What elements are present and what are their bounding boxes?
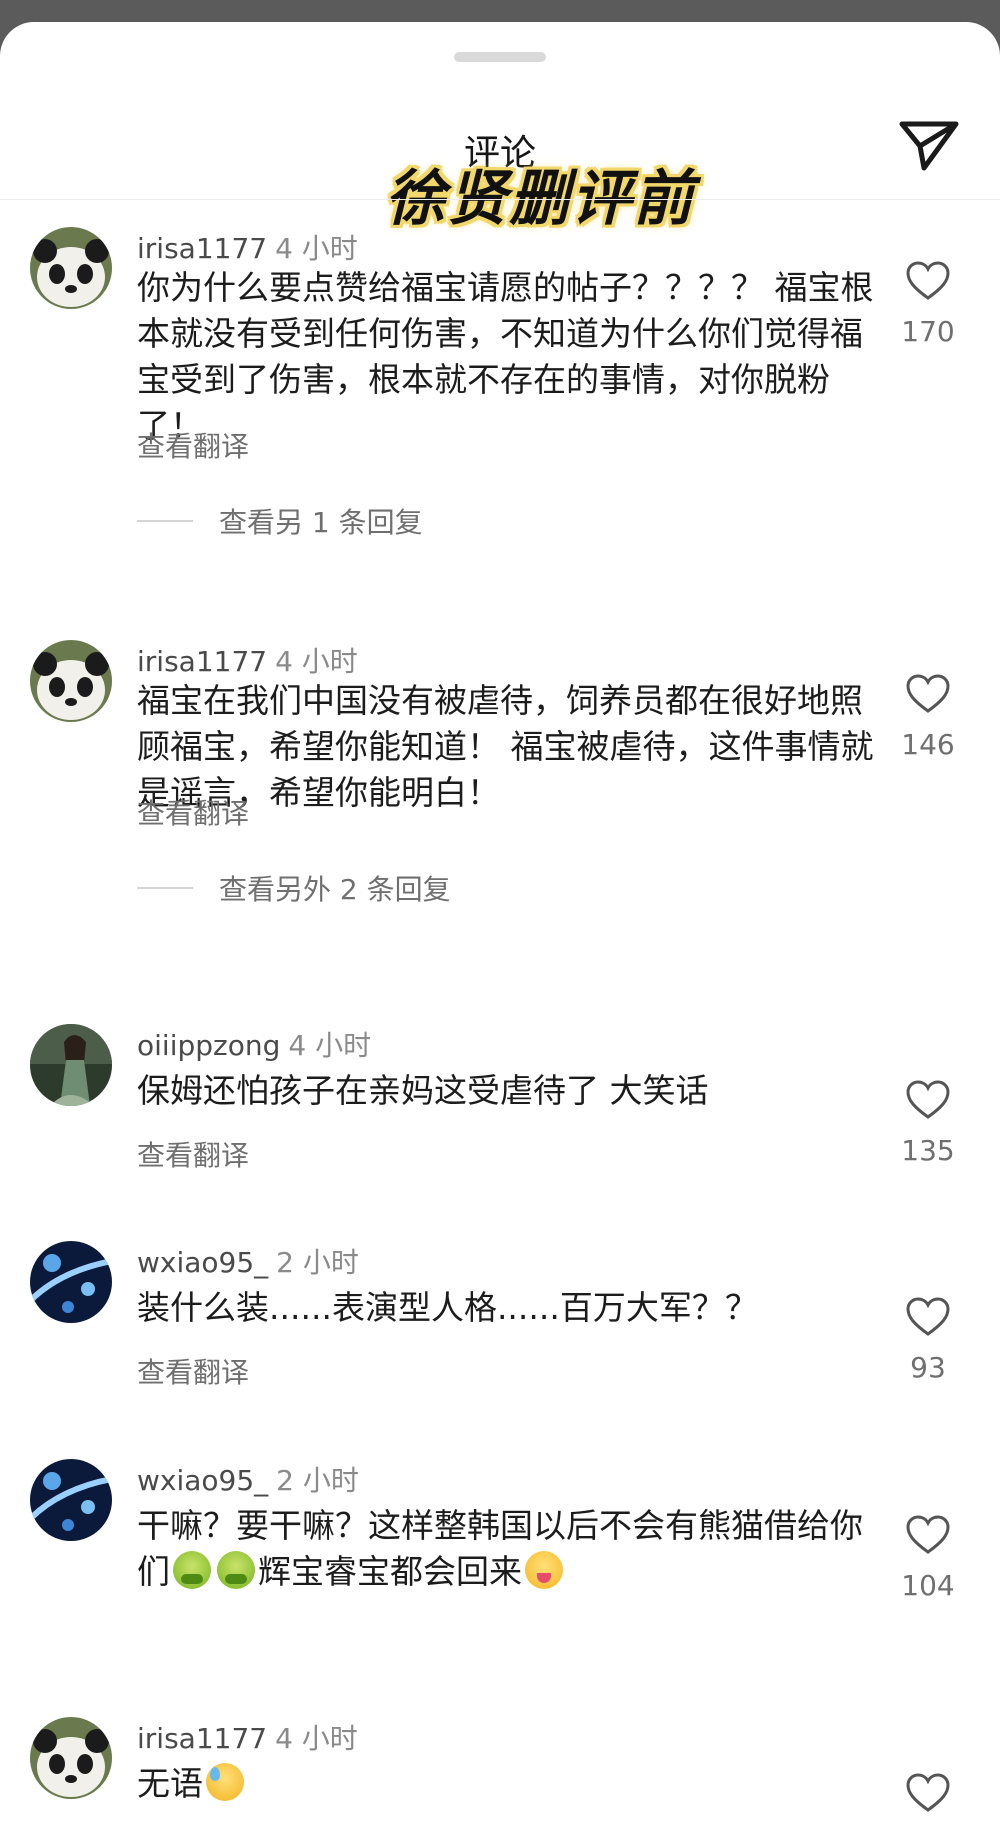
comment-time: 4 小时 [288,1029,372,1062]
comment-username[interactable]: irisa1177 [137,645,267,678]
zany-face-icon [525,1551,563,1589]
comment-username[interactable]: irisa1177 [137,232,267,265]
like-button[interactable]: 93 [878,1297,978,1384]
comment-meta: oiiippzong 4 小时 [137,1024,371,1064]
like-count: 170 [901,315,955,348]
comment-meta: irisa1177 4 小时 [137,640,358,680]
person-avatar[interactable] [30,1024,112,1106]
like-button[interactable]: 135 [878,1080,978,1167]
like-button[interactable]: 170 [878,261,978,348]
heart-icon [906,1515,950,1554]
like-count: 135 [901,1134,955,1167]
like-count: 93 [910,1351,946,1384]
like-count: 146 [901,728,955,761]
header-divider [0,199,1000,200]
comment-time: 2 小时 [276,1464,359,1497]
downcast-sweat-face-icon [206,1763,244,1801]
comment-meta: irisa1177 4 小时 [137,1717,358,1757]
nauseated-face-icon [217,1551,255,1589]
panda-avatar[interactable] [30,227,112,309]
comment-username[interactable]: oiiippzong [137,1029,280,1062]
heart-icon [906,1297,950,1336]
translate-link[interactable]: 查看翻译 [137,792,249,832]
comment-meta: wxiao95_ 2 小时 [137,1241,359,1281]
view-replies-link[interactable]: 查看另外 2 条回复 [137,868,451,908]
heart-icon [906,261,950,300]
heart-icon [906,1080,950,1119]
overlay-caption: 徐贤删评前 [385,164,695,234]
comment-username[interactable]: wxiao95_ [137,1464,268,1497]
like-button[interactable]: 146 [878,674,978,761]
comments-sheet: 评论 徐贤删评前 irisa1177 4 小时 你为什么要点赞给福宝请愿的帖子？？… [0,22,1000,1824]
comment-meta: irisa1177 4 小时 [137,227,358,267]
blue-abstract-avatar[interactable] [30,1459,112,1541]
replies-divider [137,887,193,889]
comment-text-body: 无语 [137,1764,203,1803]
comment-text: 装什么装......表演型人格......百万大军？？ [137,1288,758,1327]
heart-icon [906,1773,950,1812]
comment-time: 4 小时 [275,232,358,265]
blue-abstract-avatar[interactable] [30,1241,112,1323]
translate-link[interactable]: 查看翻译 [137,425,249,465]
panda-avatar[interactable] [30,640,112,722]
comment-text: 你为什么要点赞给福宝请愿的帖子？？？？ 福宝根本就没有受到任何伤害，不知道为什么… [137,268,874,445]
comment-time: 4 小时 [275,1722,358,1755]
sheet-grabber-handle[interactable] [454,52,546,62]
heart-icon [906,674,950,713]
nauseated-face-icon [173,1551,211,1589]
translate-link[interactable]: 查看翻译 [137,1134,249,1174]
comment-text-part2: 辉宝睿宝都会回来 [258,1552,522,1591]
like-button[interactable] [878,1773,978,1813]
like-count: 104 [901,1569,955,1602]
view-replies-label: 查看另 1 条回复 [219,506,423,539]
comment-time: 2 小时 [276,1246,359,1279]
comment-time: 4 小时 [275,645,358,678]
comment-username[interactable]: irisa1177 [137,1722,267,1755]
like-button[interactable]: 104 [878,1515,978,1602]
view-replies-link[interactable]: 查看另 1 条回复 [137,501,423,541]
comment-text: 保姆还怕孩子在亲妈这受虐待了 大笑话 [137,1071,709,1110]
panda-avatar[interactable] [30,1717,112,1799]
comment-username[interactable]: wxiao95_ [137,1246,268,1279]
replies-divider [137,520,193,522]
translate-link[interactable]: 查看翻译 [137,1351,249,1391]
comment-text: 干嘛？要干嘛？这样整韩国以后不会有熊猫借给你们 辉宝睿宝都会回来 [137,1503,877,1595]
send-icon[interactable] [898,114,960,176]
comment-meta: wxiao95_ 2 小时 [137,1459,359,1499]
view-replies-label: 查看另外 2 条回复 [219,873,451,906]
comment-text: 无语 [137,1761,877,1807]
